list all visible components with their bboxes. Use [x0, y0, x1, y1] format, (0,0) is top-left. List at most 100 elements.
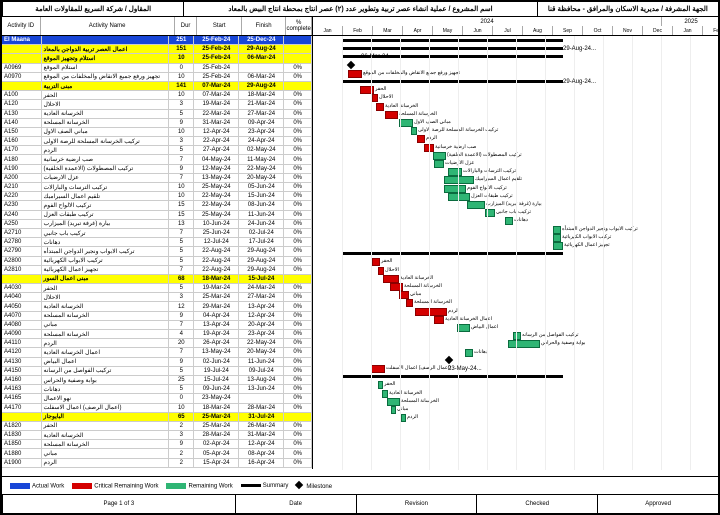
footer-page: Page 1 of 3: [2, 495, 235, 513]
bar-label: صب ارضية خرسانية: [435, 144, 476, 150]
col-complete: % complete: [286, 17, 312, 35]
milestone-label: 06-Mar-24...: [361, 54, 394, 60]
table-row: A4150تركيب الفواصل من الرسانه519-Jul-240…: [2, 367, 312, 376]
gantt-chart: تجهيز ورفع جميع الانقاض والمخلفات من الم…: [313, 36, 720, 470]
month-cell: May: [433, 26, 463, 35]
table-row: اعمال العصر تربية الدواجن بالمعاد15125-F…: [2, 45, 312, 54]
month-cell: Jun: [463, 26, 493, 35]
table-row: البايوجاز6525-Mar-2431-Jul-24: [2, 413, 312, 422]
bar-label: تلقيم اعمال السيراميك: [475, 176, 522, 182]
month-cell: Jan: [313, 26, 343, 35]
table-row: A4110الردم2026-Apr-2422-May-240%: [2, 339, 312, 348]
body: Activity ID Activity Name Dur Start Fini…: [2, 17, 718, 469]
table-row: A250بيارة (غرفة تبريد) الميزارب1310-Jun-…: [2, 220, 312, 229]
footer: Page 1 of 3 Date Revision Checked Approv…: [2, 494, 718, 513]
bar-label: بوابة وصفية والحراس: [541, 340, 585, 346]
bar-label: عزل الارضيات: [445, 160, 474, 166]
table-row: A4120اعمال الخرسانة العادية713-May-2420-…: [2, 348, 312, 357]
table-rows: El Maana25125-Feb-2425-Dec-24اعمال العصر…: [2, 36, 312, 469]
table-row: A4163دهانات509-Jun-2413-Jun-240%: [2, 385, 312, 394]
table-row: A4130اعمال البياض902-Jun-2411-Jun-240%: [2, 358, 312, 367]
bar-label: تجهيز ورفع جميع الانقاض والمخلفات من الم…: [363, 70, 460, 76]
table-row: A130الخرسانة العادية522-Mar-2427-Mar-240…: [2, 110, 312, 119]
summary-bar: [343, 39, 563, 42]
table-row: مبنى التربية14107-Mar-2429-Aug-24: [2, 82, 312, 91]
table-row: El Maana25125-Feb-2425-Dec-24: [2, 36, 312, 45]
table-row: A170الردم527-Apr-2402-May-240%: [2, 146, 312, 155]
legend-remaining: Remaining Work: [166, 483, 232, 490]
bar-label: الخرسانة العادية: [385, 103, 418, 109]
summary-bar: [343, 252, 563, 255]
month-cell: Feb: [703, 26, 720, 35]
footer-rev: Revision: [356, 495, 477, 513]
month-cell: Apr: [403, 26, 433, 35]
table-row: A190تركيب المصطولات (الاعمدة الخلفية)912…: [2, 165, 312, 174]
table-row: A4090الخرسانة المسلحة419-Apr-2423-Apr-24…: [2, 330, 312, 339]
page: المقاول / شركة السريع للمقاولات العامة ا…: [0, 0, 720, 515]
col-dur: Dur: [175, 17, 198, 35]
table-row: A140الخرسانة المسلحة931-Mar-2409-Apr-240…: [2, 119, 312, 128]
timeline-header: 20242025 JanFebMarAprMayJunJulAugSepOctN…: [313, 17, 720, 36]
table-row: A4040الاحلال325-Mar-2427-Mar-240%: [2, 293, 312, 302]
table-row: A240تركيب طبقات العزل1525-May-2411-Jun-2…: [2, 211, 312, 220]
bar-label: اعمال الخرسانة العادية: [445, 316, 492, 322]
legend-milestone: Milestone: [296, 482, 332, 490]
table-row: A1820الحفر225-Mar-2426-Mar-240%: [2, 422, 312, 431]
bar-label: الحفر: [375, 86, 386, 92]
bar-label: تركيب الفواصل من الرسانه: [522, 332, 579, 338]
footer-date: Date: [235, 495, 356, 513]
gantt-area: 20242025 JanFebMarAprMayJunJulAugSepOctN…: [313, 17, 720, 469]
table-row: A180صب ارضية خرسانية704-May-2411-May-240…: [2, 155, 312, 164]
bar-label: الردم: [407, 414, 418, 420]
bar-label: الحفر: [384, 381, 395, 387]
table-row: A1830الخرسانة العادية328-Mar-2431-Mar-24…: [2, 431, 312, 440]
year-row: 20242025: [313, 17, 720, 26]
bar-label: تركيب طبقات العزل: [471, 193, 513, 199]
legend: Actual Work Critical Remaining Work Rema…: [2, 476, 718, 495]
table-row: A2780دهانات512-Jul-2417-Jul-240%: [2, 238, 312, 247]
table-header: Activity ID Activity Name Dur Start Fini…: [2, 17, 312, 36]
header-left: المقاول / شركة السريع للمقاولات العامة: [2, 2, 183, 16]
table-row: مبنى اعمال السور6818-Mar-2415-Jul-24: [2, 275, 312, 284]
bar-label: (اعمال الرصف) اعمال الاسفلت: [386, 365, 451, 371]
col-id: Activity ID: [2, 17, 41, 35]
table-row: A230تركيب الالواح الفوم1522-May-2408-Jun…: [2, 201, 312, 210]
table-row: A210تركيب الترسات والبارالات1025-May-240…: [2, 183, 312, 192]
month-cell: Sep: [553, 26, 583, 35]
table-row: A200عزل الارضيات713-May-2420-May-240%: [2, 174, 312, 183]
table-row: استلام وتجهيز الموقع1025-Feb-2406-Mar-24: [2, 54, 312, 63]
header-bar: المقاول / شركة السريع للمقاولات العامة ا…: [2, 2, 718, 17]
table-row: A2800تركيب الابواب الكهربائية522-Aug-242…: [2, 257, 312, 266]
bar-label: اعمال البياض: [471, 324, 498, 330]
bar-label: مباني: [410, 291, 421, 297]
footer-checked: Checked: [476, 495, 597, 513]
bar-label: الاحلال: [379, 94, 393, 100]
milestone-label: 23-May-24...: [448, 366, 482, 372]
bar-label: الخرسانة المسلحة: [404, 283, 442, 289]
table-row: A220تلقيم اعمال السيراميك1022-May-2415-J…: [2, 192, 312, 201]
table-row: A150مباني الصف الاول1012-Apr-2423-Apr-24…: [2, 128, 312, 137]
legend-actual: Actual Work: [10, 483, 64, 490]
table-row: A1900الردم215-Apr-2416-Apr-240%: [2, 459, 312, 468]
bar-label: تركيب الترسات والبارالات: [463, 168, 516, 174]
summary-bar: [343, 80, 563, 83]
month-cell: Jan: [673, 26, 703, 35]
table-row: A0969استلام الموقع025-Feb-240%: [2, 64, 312, 73]
legend-critical: Critical Remaining Work: [72, 483, 158, 490]
bar-label: الخرسانة المسلحة: [399, 111, 437, 117]
table-row: A2790تركيب الابواب ونجير الدواجن المبتدأ…: [2, 247, 312, 256]
milestone-diamond: [445, 356, 453, 364]
month-cell: Oct: [583, 26, 613, 35]
bar-label: مباني: [397, 406, 408, 412]
month-row: JanFebMarAprMayJunJulAugSepOctNovDecJanF…: [313, 26, 720, 35]
bar-label: الاحلال: [385, 267, 399, 273]
table-row: A0970تجهيز ورفع جميع الانقاض والمخلفات م…: [2, 73, 312, 82]
table-row: A4170(اعمال الرصف) اعمال الاسفلت1018-Mar…: [2, 404, 312, 413]
table-row: A1880مباني205-Apr-2408-Apr-240%: [2, 449, 312, 458]
month-cell: Feb: [343, 26, 373, 35]
col-finish: Finish: [242, 17, 286, 35]
table-row: A4050الخرسانة العادية1229-Mar-2413-Apr-2…: [2, 302, 312, 311]
table-row: A4160بوابة وصفية والحراس2515-Jul-2413-Au…: [2, 376, 312, 385]
bar-label: دهانات: [474, 349, 488, 355]
month-cell: Dec: [643, 26, 673, 35]
